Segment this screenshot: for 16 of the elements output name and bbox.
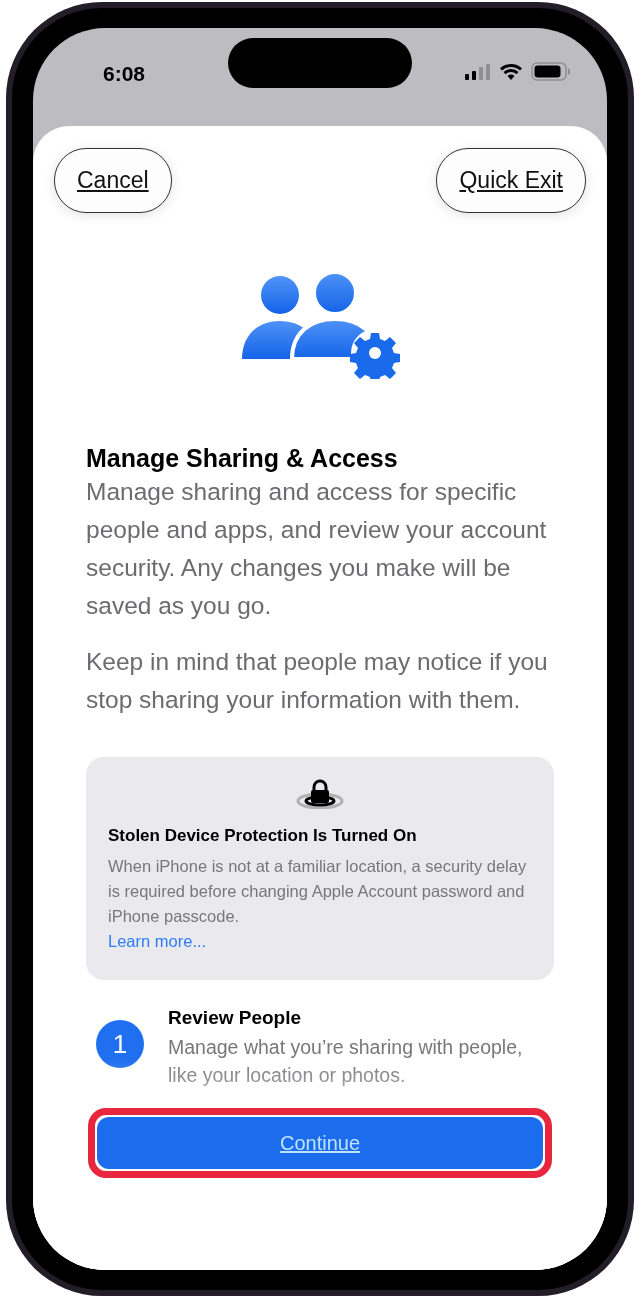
page-title: Manage Sharing & Access <box>86 442 399 473</box>
body-paragraph: Manage sharing and access for specific people and apps, and review your account security. Any changes you make will be saved as you go. <box>86 476 548 621</box>
step-number: 1 <box>96 1020 144 1068</box>
step-description: Manage what you’re sharing with people, like your location or photos. <box>168 1034 524 1088</box>
body-paragraph: Keep in mind that people may notice if you stop sharing your information with them. <box>86 646 549 715</box>
continue-button[interactable]: Continue <box>97 1117 543 1169</box>
lock-icon <box>296 778 344 809</box>
step-title: Review People <box>168 1006 303 1030</box>
notice-title: Stolen Device Protection Is Turned On <box>108 824 418 847</box>
quick-exit-button[interactable]: Quick Exit <box>436 148 586 213</box>
battery-icon <box>531 62 571 81</box>
signal-icon <box>465 63 491 80</box>
notice-text: When iPhone is not at a familiar location, a security delay is required before changing Apple Account password and iPhone passcode. <box>108 856 528 927</box>
wifi-icon <box>499 63 523 80</box>
cancel-button[interactable]: Cancel <box>54 148 172 213</box>
clock-text: 6:08 <box>103 61 146 87</box>
